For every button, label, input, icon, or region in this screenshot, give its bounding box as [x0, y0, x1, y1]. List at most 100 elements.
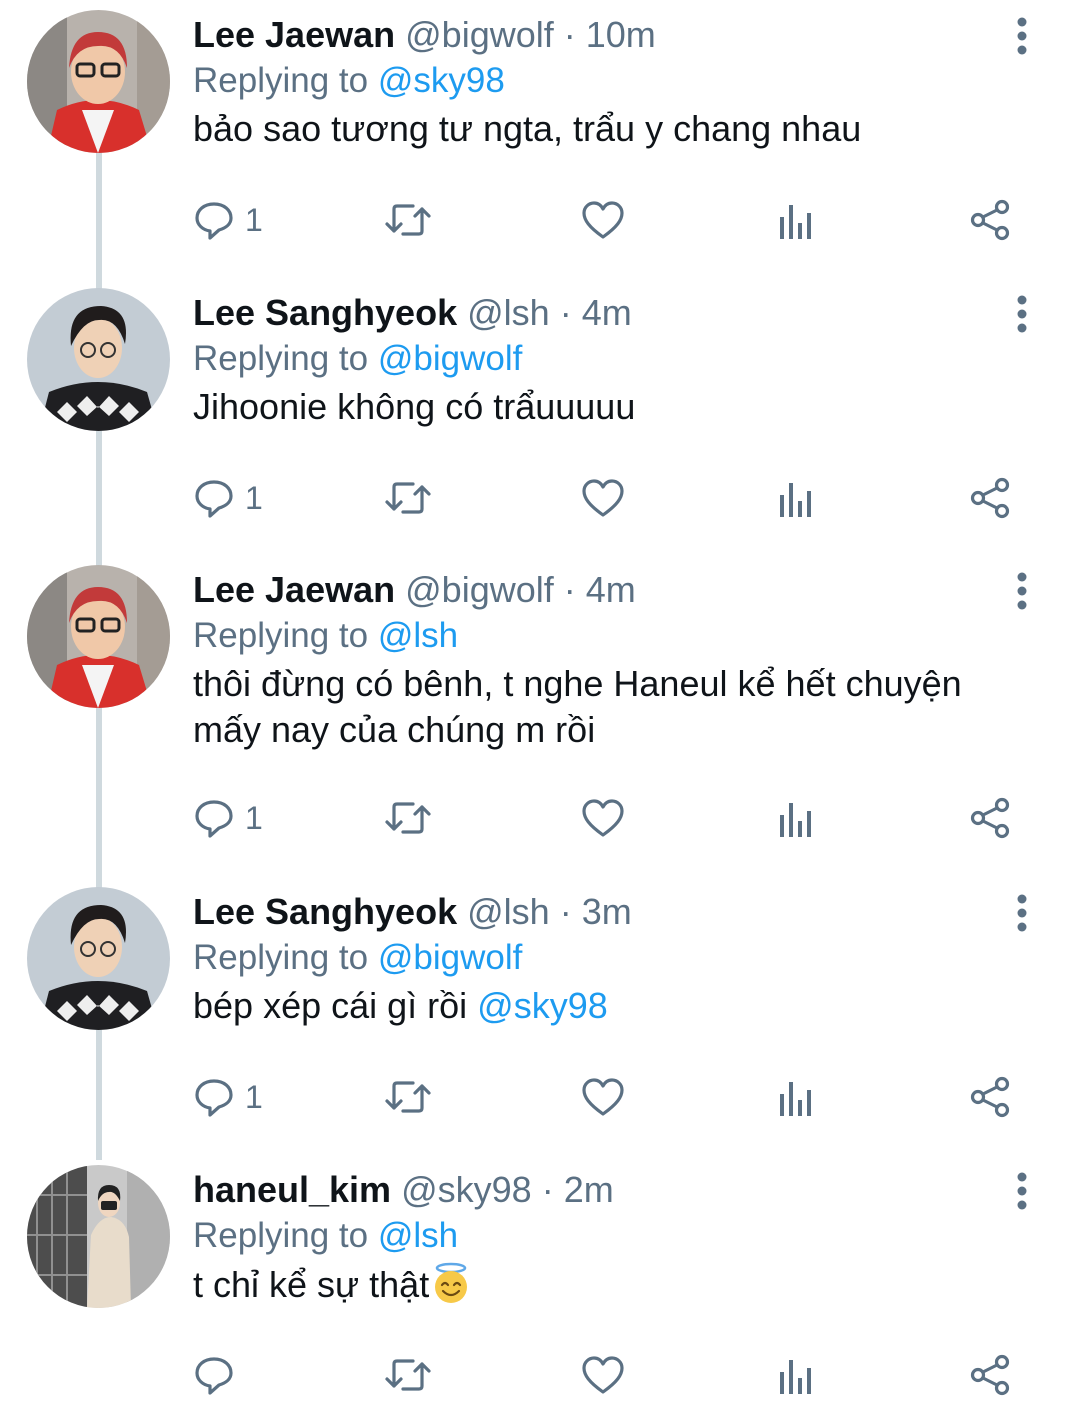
like-button[interactable]: [581, 793, 625, 843]
tweet-actions: 1: [193, 1072, 1023, 1122]
retweet-icon: [385, 482, 431, 514]
more-options-icon[interactable]: [1008, 571, 1036, 611]
reply-icon: [195, 480, 233, 518]
analytics-button[interactable]: [778, 1072, 814, 1122]
retweet-icon: [385, 1081, 431, 1113]
retweet-button[interactable]: [383, 473, 433, 523]
replying-label: Replying to: [193, 339, 369, 378]
replying-mention[interactable]: @bigwolf: [378, 339, 522, 378]
tweet-text: bép xép cái gì rồi @sky98: [193, 983, 1033, 1029]
tweet[interactable]: Lee Jaewan @bigwolf · 10m Replying to @s…: [0, 0, 1080, 280]
tweet-header: Lee Sanghyeok @lsh · 3m: [193, 891, 632, 933]
replying-label: Replying to: [193, 1216, 369, 1255]
timestamp[interactable]: · 4m: [564, 569, 636, 610]
tweet-text-body: t chỉ kể sự thật: [193, 1264, 430, 1305]
more-options-icon[interactable]: [1008, 893, 1036, 933]
timestamp[interactable]: · 4m: [560, 292, 632, 333]
display-name[interactable]: Lee Sanghyeok: [193, 891, 457, 932]
analytics-button[interactable]: [778, 1350, 814, 1400]
text-mention[interactable]: @sky98: [477, 985, 608, 1026]
reply-button[interactable]: 1: [193, 195, 263, 245]
reply-count: 1: [245, 479, 263, 516]
replying-to: Replying to @bigwolf: [193, 937, 522, 979]
share-button[interactable]: [969, 1072, 1011, 1122]
more-options-icon[interactable]: [1008, 1171, 1036, 1211]
reply-button[interactable]: 1: [193, 473, 263, 523]
retweet-icon: [385, 1359, 431, 1391]
reply-icon: [195, 1357, 233, 1395]
display-name[interactable]: Lee Jaewan: [193, 14, 395, 55]
retweet-icon: [385, 204, 431, 236]
retweet-button[interactable]: [383, 1350, 433, 1400]
handle[interactable]: @bigwolf: [405, 14, 554, 55]
avatar[interactable]: [27, 288, 170, 431]
display-name[interactable]: Lee Jaewan: [193, 569, 395, 610]
like-button[interactable]: [581, 195, 625, 245]
replying-to: Replying to @bigwolf: [193, 338, 522, 380]
replying-mention[interactable]: @lsh: [378, 1216, 458, 1255]
share-button[interactable]: [969, 195, 1011, 245]
replying-mention[interactable]: @sky98: [378, 61, 505, 100]
avatar[interactable]: [27, 1165, 170, 1308]
heart-icon: [582, 799, 624, 837]
heart-icon: [582, 201, 624, 239]
heart-icon: [582, 479, 624, 517]
tweet-header: Lee Jaewan @bigwolf · 10m: [193, 14, 656, 56]
share-button[interactable]: [969, 473, 1011, 523]
reply-button[interactable]: 1: [193, 793, 263, 843]
like-button[interactable]: [581, 1350, 625, 1400]
share-button[interactable]: [969, 1350, 1011, 1400]
more-options-icon[interactable]: [1008, 16, 1036, 56]
share-button[interactable]: [969, 793, 1011, 843]
replying-mention[interactable]: @lsh: [378, 616, 458, 655]
handle[interactable]: @lsh: [467, 292, 550, 333]
tweet-text: Jihoonie không có trẩuuuuu: [193, 386, 636, 427]
more-options-icon[interactable]: [1008, 294, 1036, 334]
avatar[interactable]: [27, 10, 170, 153]
tweet[interactable]: Lee Jaewan @bigwolf · 4m Replying to @ls…: [0, 555, 1080, 880]
replying-mention[interactable]: @bigwolf: [378, 938, 522, 977]
timestamp[interactable]: · 3m: [560, 891, 632, 932]
reply-icon: [195, 800, 233, 838]
avatar[interactable]: [27, 887, 170, 1030]
avatar[interactable]: [27, 565, 170, 708]
retweet-button[interactable]: [383, 793, 433, 843]
analytics-button[interactable]: [778, 473, 814, 523]
reply-icon: [195, 1079, 233, 1117]
reply-button[interactable]: 1: [193, 1072, 263, 1122]
share-icon: [970, 1354, 1010, 1396]
tweet-actions: [193, 1350, 1023, 1400]
share-icon: [970, 199, 1010, 241]
tweet-text: thôi đừng có bênh, t nghe Haneul kể hết …: [193, 663, 962, 750]
analytics-button[interactable]: [778, 793, 814, 843]
retweet-button[interactable]: [383, 1072, 433, 1122]
display-name[interactable]: haneul_kim: [193, 1169, 391, 1210]
tweet-actions: 1: [193, 793, 1023, 843]
smiling-face-with-halo-icon: [429, 1261, 473, 1305]
tweet-header: Lee Jaewan @bigwolf · 4m: [193, 569, 636, 611]
analytics-icon: [780, 1082, 811, 1116]
timestamp[interactable]: · 2m: [542, 1169, 614, 1210]
heart-icon: [582, 1356, 624, 1394]
handle[interactable]: @sky98: [401, 1169, 532, 1210]
handle[interactable]: @bigwolf: [405, 569, 554, 610]
replying-to: Replying to @sky98: [193, 60, 505, 102]
display-name[interactable]: Lee Sanghyeok: [193, 292, 457, 333]
handle[interactable]: @lsh: [467, 891, 550, 932]
replying-label: Replying to: [193, 616, 369, 655]
heart-icon: [582, 1078, 624, 1116]
tweet[interactable]: Lee Sanghyeok @lsh · 4m Replying to @big…: [0, 278, 1080, 558]
analytics-button[interactable]: [778, 195, 814, 245]
tweet-text: t chỉ kể sự thật: [193, 1261, 1033, 1308]
retweet-button[interactable]: [383, 195, 433, 245]
tweet[interactable]: Lee Sanghyeok @lsh · 3m Replying to @big…: [0, 877, 1080, 1157]
replying-to: Replying to @lsh: [193, 615, 458, 657]
share-icon: [970, 1076, 1010, 1118]
tweet-text: bảo sao tương tư ngta, trẩu y chang nhau: [193, 108, 862, 149]
tweet[interactable]: haneul_kim @sky98 · 2m Replying to @lsh …: [0, 1155, 1080, 1417]
timestamp[interactable]: · 10m: [564, 14, 656, 55]
like-button[interactable]: [581, 1072, 625, 1122]
reply-button[interactable]: [193, 1350, 245, 1400]
like-button[interactable]: [581, 473, 625, 523]
tweet-text-body: bép xép cái gì rồi: [193, 985, 478, 1026]
